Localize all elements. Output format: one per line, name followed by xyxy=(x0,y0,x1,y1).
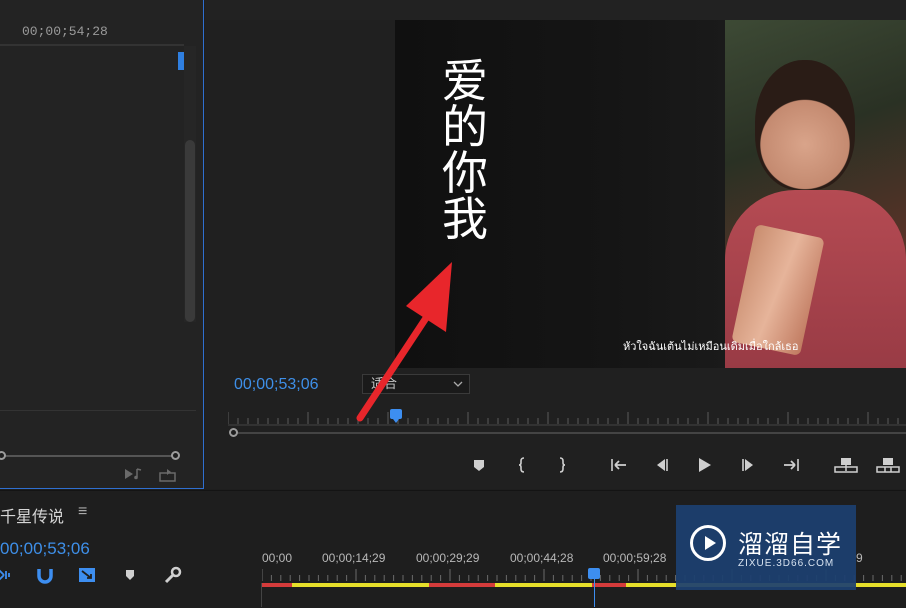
mark-out-button[interactable] xyxy=(549,452,575,478)
watermark-url: ZIXUE.3D66.COM xyxy=(738,558,835,569)
marker-icon xyxy=(474,460,484,471)
source-monitor-panel xyxy=(0,0,204,489)
magnet-icon[interactable] xyxy=(34,565,56,589)
sequence-menu-icon[interactable]: ≡ xyxy=(78,503,87,521)
insert-audio-icon[interactable] xyxy=(124,467,144,486)
ruler-label: 00;00 xyxy=(262,551,293,565)
add-marker-button[interactable] xyxy=(466,452,492,478)
ruler-label: 00;00;29;29 xyxy=(416,551,480,565)
play-button[interactable] xyxy=(691,452,717,478)
source-range-handle-right[interactable] xyxy=(171,451,180,460)
go-to-out-icon xyxy=(784,459,799,471)
sequence-tab-name[interactable]: 千星传说 xyxy=(0,503,64,527)
mark-in-button[interactable] xyxy=(509,452,535,478)
step-forward-icon xyxy=(742,459,753,471)
video-subtitle: หัวใจฉันเต้นไม่เหมือนเดิมเมื่อใกล้เธอ xyxy=(623,341,799,353)
source-playhead-marker[interactable] xyxy=(178,52,184,70)
export-frame-icon[interactable] xyxy=(158,467,178,488)
video-preview[interactable]: 爱 的 你 我 หัวใจฉันเต้นไม่เหมือนเดิมเมื่อใก… xyxy=(395,20,906,368)
lift-icon xyxy=(834,458,858,473)
ruler-label: 00;00;59;28 xyxy=(603,551,667,565)
ruler-label: 9 xyxy=(856,551,863,565)
video-person-head xyxy=(755,60,855,190)
mark-in-icon xyxy=(518,457,525,473)
ruler-label: 00;00;44;28 xyxy=(510,551,574,565)
program-ruler-ticks xyxy=(227,412,906,426)
ripple-icon[interactable] xyxy=(0,565,16,589)
source-timecode: 00;00;54;28 xyxy=(22,24,108,39)
wrench-icon[interactable] xyxy=(162,565,184,589)
marker-icon[interactable] xyxy=(119,565,141,589)
timeline-playhead-line xyxy=(594,579,595,607)
program-range-handle-left[interactable] xyxy=(229,428,238,437)
title-char: 爱 xyxy=(442,54,488,108)
go-to-out-button[interactable] xyxy=(778,452,804,478)
go-to-in-button[interactable] xyxy=(606,452,632,478)
play-logo-triangle xyxy=(705,536,716,550)
program-top-bar xyxy=(205,0,906,20)
title-char: 我 xyxy=(442,192,488,246)
mark-out-icon xyxy=(559,457,566,473)
step-forward-button[interactable] xyxy=(736,452,762,478)
source-zoom-range[interactable] xyxy=(2,455,176,457)
play-icon xyxy=(699,458,711,472)
step-back-icon xyxy=(657,459,668,471)
play-logo-icon xyxy=(690,525,726,561)
render-bar-red-segment xyxy=(592,583,626,587)
program-timecode[interactable]: 00;00;53;06 xyxy=(234,376,319,394)
title-char: 你 xyxy=(442,146,488,200)
render-bar-red-segment xyxy=(429,583,495,587)
title-char: 的 xyxy=(442,100,488,154)
timeline-playhead[interactable] xyxy=(588,568,600,579)
annotation-arrow-icon xyxy=(356,262,452,422)
program-zoom-range[interactable] xyxy=(236,432,906,434)
extract-button[interactable] xyxy=(874,452,900,478)
step-back-button[interactable] xyxy=(648,452,674,478)
linked-selection-icon[interactable] xyxy=(76,565,98,589)
timeline-timecode[interactable]: 00;00;53;06 xyxy=(0,539,90,559)
ruler-label: 00;00;14;29 xyxy=(322,551,386,565)
program-time-ruler[interactable] xyxy=(227,410,906,426)
watermark-badge: 溜溜自学 ZIXUE.3D66.COM xyxy=(676,505,856,590)
source-divider xyxy=(0,410,196,411)
source-ruler xyxy=(0,44,184,46)
watermark-title: 溜溜自学 xyxy=(738,530,843,559)
render-bar-red-segment xyxy=(262,583,292,587)
extract-icon xyxy=(876,458,900,473)
source-scrollbar-thumb[interactable] xyxy=(185,140,195,322)
go-to-in-icon xyxy=(611,459,626,471)
vertical-title-text[interactable]: 爱 的 你 我 xyxy=(435,58,495,242)
lift-button[interactable] xyxy=(832,452,858,478)
